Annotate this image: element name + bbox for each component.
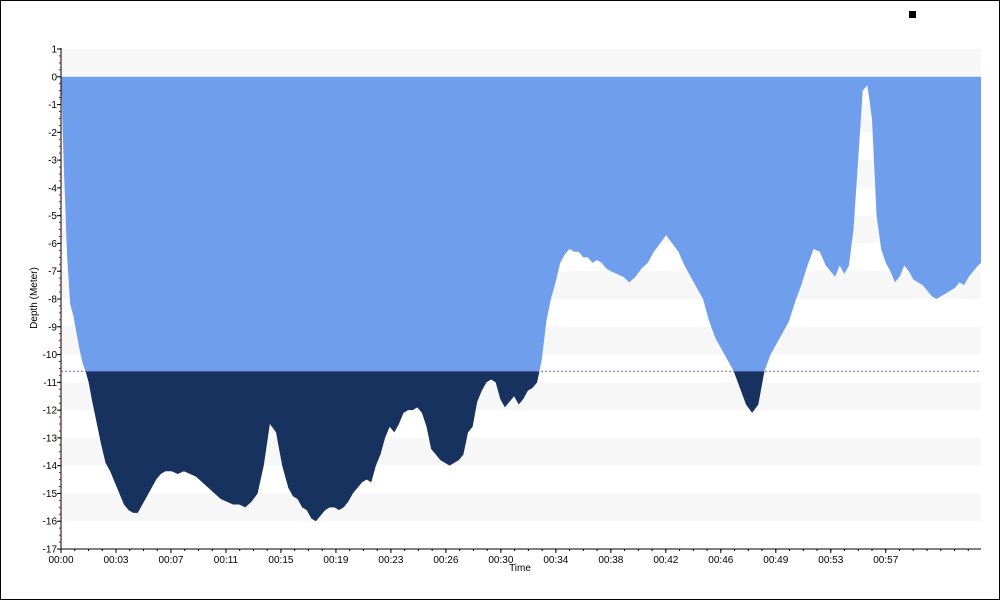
y-tick-label: -9 bbox=[48, 322, 57, 333]
y-tick-label: -2 bbox=[48, 128, 57, 139]
y-tick-label: 1 bbox=[51, 45, 57, 56]
y-tick-label: -8 bbox=[48, 295, 57, 306]
x-tick-label: 00:15 bbox=[268, 555, 293, 566]
y-tick-label: -11 bbox=[43, 378, 57, 389]
y-tick-label: -15 bbox=[43, 489, 58, 500]
x-tick-label: 00:57 bbox=[873, 555, 898, 566]
x-tick-label: 00:34 bbox=[543, 555, 568, 566]
y-tick-label: -14 bbox=[43, 461, 58, 472]
x-tick-label: 00:07 bbox=[158, 555, 183, 566]
y-tick-label: -7 bbox=[48, 267, 57, 278]
x-tick-label: 00:00 bbox=[48, 555, 73, 566]
y-axis-title: Depth (Meter) bbox=[29, 267, 40, 329]
y-tick-label: -16 bbox=[43, 517, 58, 528]
x-tick-label: 00:46 bbox=[708, 555, 733, 566]
x-tick-label: 00:53 bbox=[818, 555, 843, 566]
x-tick-label: 00:42 bbox=[653, 555, 678, 566]
x-tick-label: 00:38 bbox=[598, 555, 623, 566]
x-tick-label: 00:49 bbox=[763, 555, 788, 566]
y-tick-label: -10 bbox=[43, 350, 58, 361]
y-tick-label: -3 bbox=[48, 156, 57, 167]
x-tick-label: 00:19 bbox=[323, 555, 348, 566]
y-tick-label: 0 bbox=[51, 72, 57, 83]
grid-band bbox=[61, 49, 981, 77]
y-tick-label: -6 bbox=[48, 239, 57, 250]
grid-band bbox=[61, 493, 981, 522]
depth-chart: 1 0 -1 -2 -3 -4 -5 -6 -7 -8 -9 -10 -11 -12 -13 -14 -15 -1… bbox=[29, 45, 981, 574]
x-tick-label: 00:26 bbox=[433, 555, 458, 566]
y-tick-label: -1 bbox=[48, 100, 57, 111]
x-tick-label: 00:11 bbox=[214, 555, 239, 566]
y-tick-label: -4 bbox=[48, 183, 57, 194]
y-tick-label: -13 bbox=[43, 433, 58, 444]
x-tick-label: 00:23 bbox=[378, 555, 403, 566]
x-tick-label: 00:03 bbox=[103, 555, 128, 566]
y-tick-label: -17 bbox=[43, 545, 58, 556]
x-axis-title: Time bbox=[509, 563, 531, 574]
y-tick-label: -5 bbox=[48, 211, 57, 222]
y-tick-label: -12 bbox=[43, 406, 58, 417]
